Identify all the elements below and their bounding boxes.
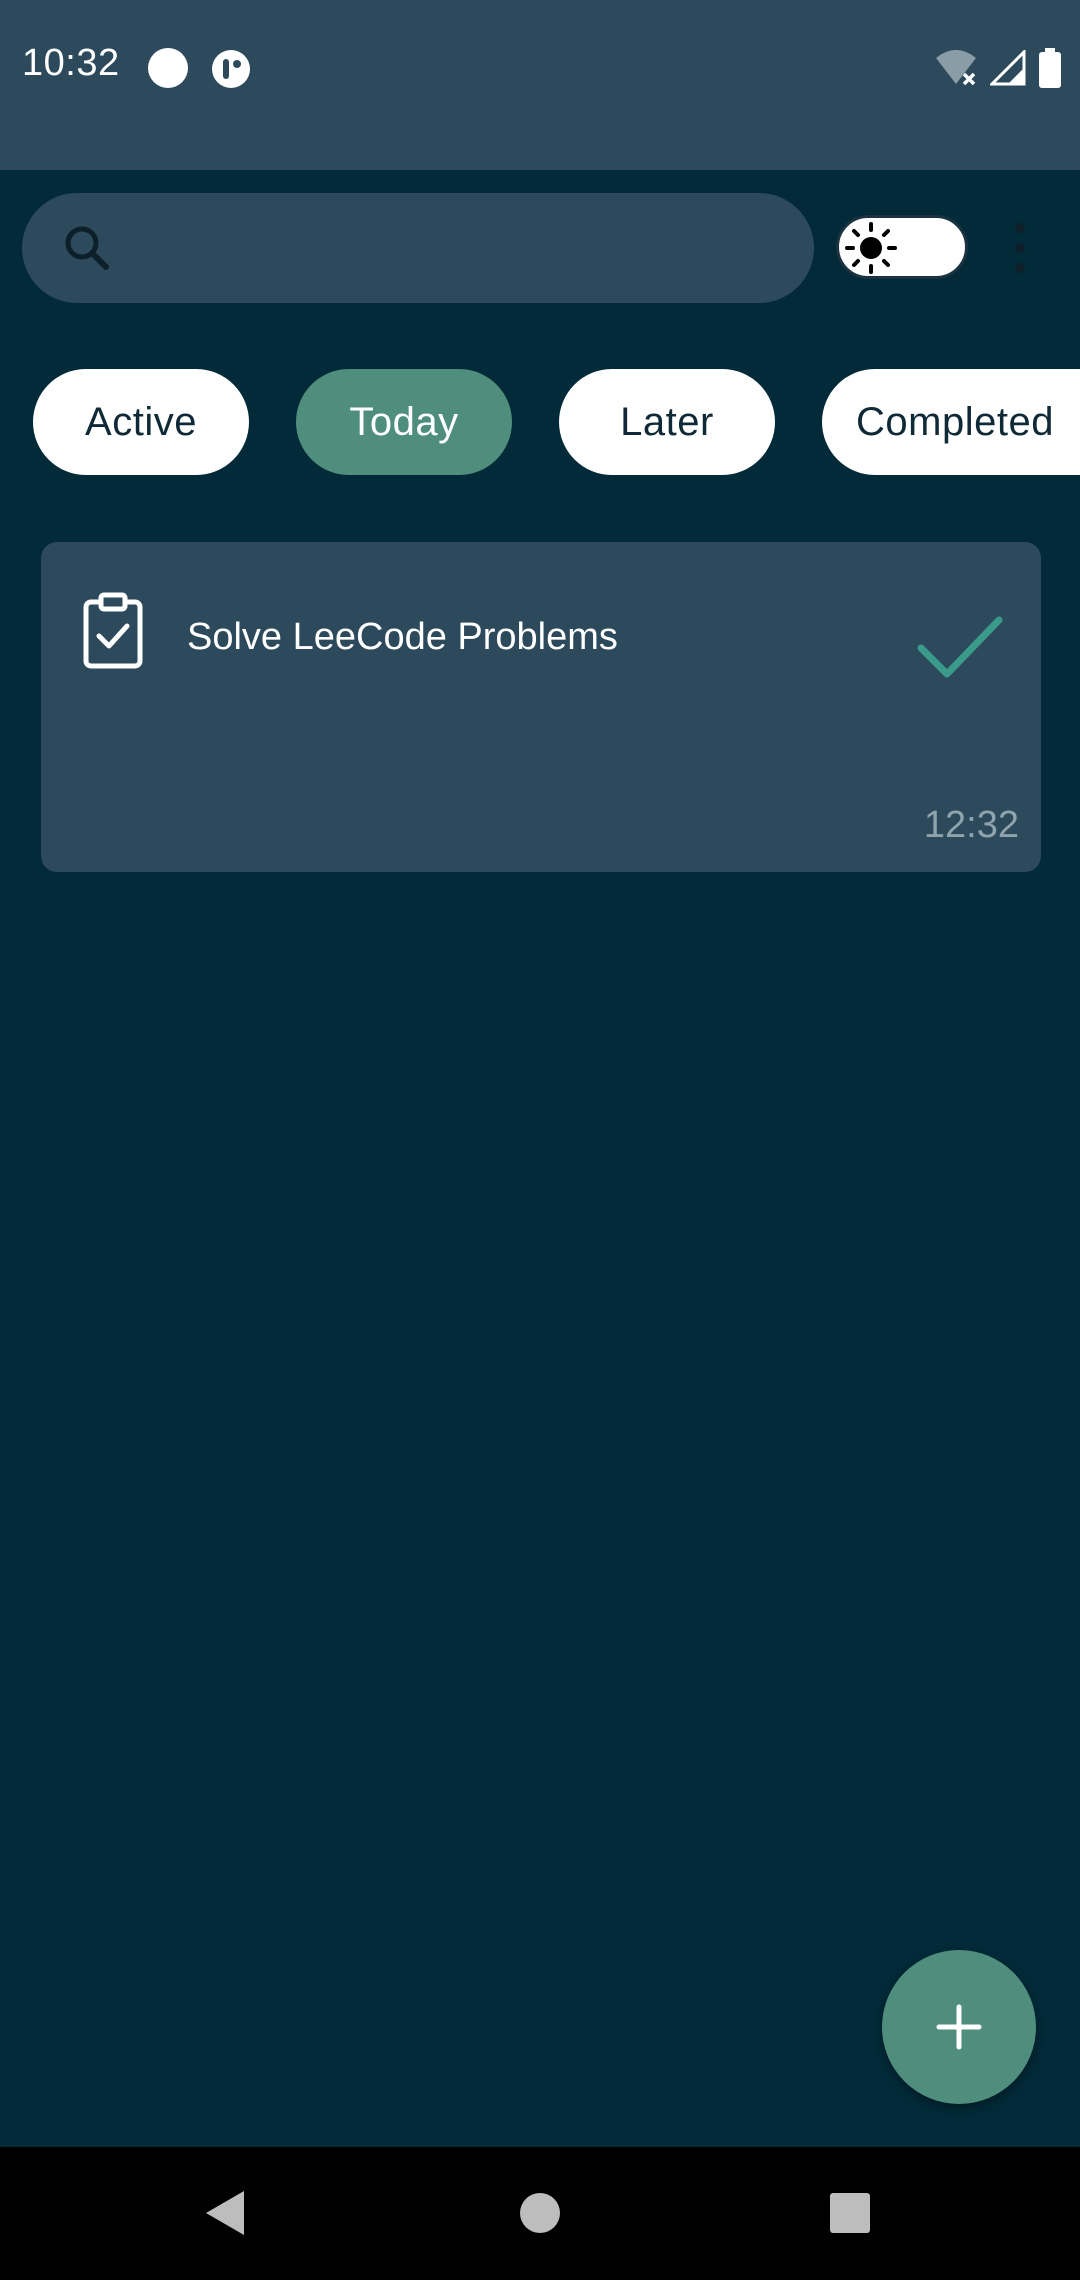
cell-signal-icon (990, 50, 1026, 86)
tab-completed[interactable]: Completed (822, 369, 1080, 475)
tab-active[interactable]: Active (33, 369, 249, 475)
check-icon[interactable] (917, 614, 1003, 680)
status-time: 10:32 (22, 42, 120, 84)
plus-icon (936, 2004, 982, 2050)
search-bar[interactable] (22, 193, 814, 303)
status-right-icons (934, 48, 1062, 88)
back-icon[interactable] (196, 2183, 256, 2243)
status-bar: 10:32 (0, 0, 1080, 170)
more-vert-icon[interactable] (1000, 218, 1040, 278)
task-card[interactable]: Solve LeeCode Problems 12:32 (41, 542, 1041, 872)
app-notification-icon (212, 50, 250, 88)
battery-icon (1039, 48, 1061, 88)
search-input[interactable] (132, 213, 786, 285)
search-icon (65, 226, 109, 270)
home-icon[interactable] (510, 2183, 570, 2243)
notification-dot-icon (148, 48, 188, 88)
system-nav-bar (0, 2147, 1080, 2280)
theme-toggle[interactable] (836, 215, 968, 279)
recents-icon[interactable] (820, 2183, 880, 2243)
wifi-off-icon (936, 50, 976, 86)
task-time: 12:32 (923, 804, 1019, 846)
task-title: Solve LeeCode Problems (187, 616, 618, 658)
clipboard-check-icon (83, 592, 143, 669)
add-task-button[interactable] (882, 1950, 1036, 2104)
tab-later[interactable]: Later (559, 369, 775, 475)
tab-today[interactable]: Today (296, 369, 512, 475)
app-screen: 10:32 Active Today Later Completed Solve… (0, 0, 1080, 2280)
sun-icon (845, 222, 897, 274)
